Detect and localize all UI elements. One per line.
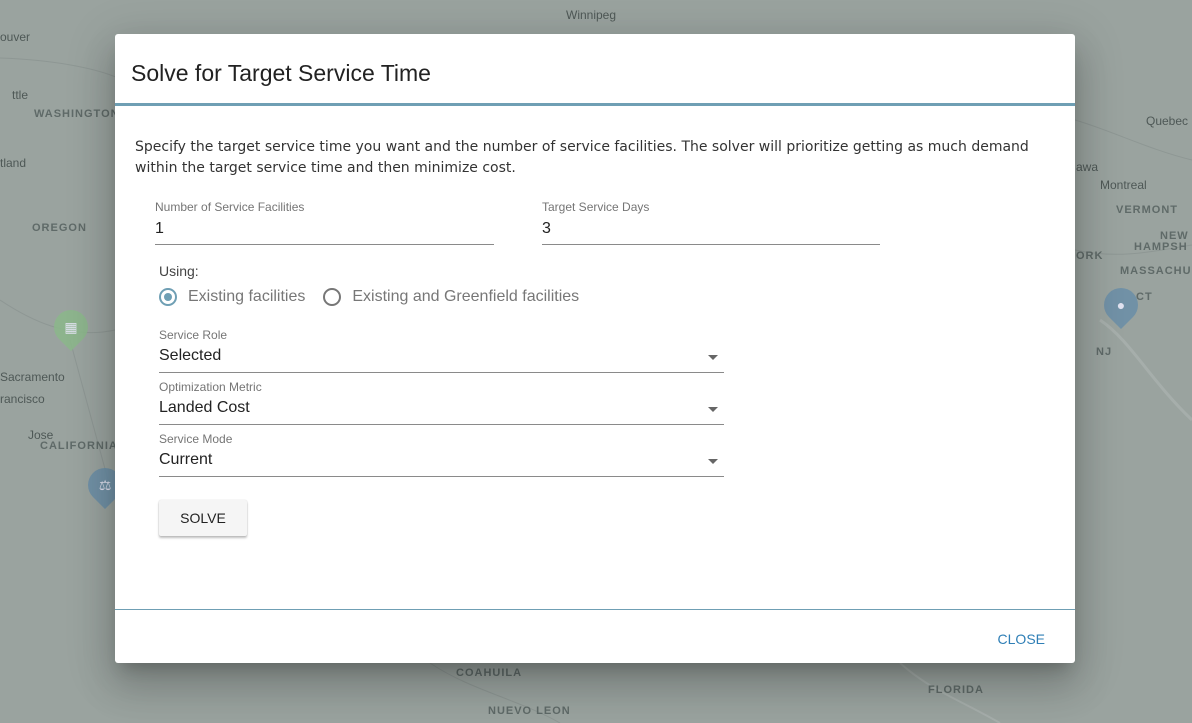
service-role-select[interactable]: Service Role Selected: [159, 328, 724, 373]
map-label: Sacramento: [0, 370, 65, 384]
optimization-metric-label: Optimization Metric: [159, 380, 262, 394]
map-label: VERMONT: [1116, 204, 1178, 216]
service-role-value: Selected: [159, 347, 222, 364]
dialog-description: Specify the target service time you want…: [135, 139, 1029, 176]
map-label: CALIFORNIA: [40, 440, 118, 452]
dialog-header: Solve for Target Service Time: [115, 34, 1075, 106]
map-label: Quebec: [1146, 114, 1189, 128]
map-label: ouver: [0, 30, 31, 44]
target-service-days-input[interactable]: [542, 216, 880, 245]
close-button[interactable]: CLOSE: [990, 627, 1053, 651]
radio-checked-icon[interactable]: [159, 288, 177, 306]
map-label: Winnipeg: [566, 8, 617, 22]
service-mode-select[interactable]: Service Mode Current: [159, 432, 724, 477]
number-of-facilities-field: Number of Service Facilities: [155, 200, 494, 245]
map-label: NUEVO LEON: [488, 705, 571, 717]
map-label: HAMPSH: [1134, 241, 1188, 253]
dropdown-arrow-icon[interactable]: [708, 407, 718, 412]
radio-label: Existing facilities: [188, 288, 306, 305]
radio-unchecked-icon[interactable]: [323, 288, 342, 306]
service-mode-value: Current: [159, 451, 213, 468]
map-label: awa: [1076, 160, 1099, 174]
map-label: CT: [1136, 291, 1153, 303]
optimization-metric-value-box[interactable]: Landed Cost: [159, 394, 724, 425]
dialog-title: Solve for Target Service Time: [131, 60, 431, 86]
map-label: tland: [0, 156, 27, 170]
solve-button[interactable]: SOLVE: [159, 500, 247, 536]
map-label: rancisco: [0, 392, 45, 406]
service-mode-label: Service Mode: [159, 432, 233, 446]
target-service-days-field: Target Service Days: [542, 200, 880, 245]
dropdown-arrow-icon[interactable]: [708, 459, 718, 464]
dropdown-arrow-icon[interactable]: [708, 355, 718, 360]
map-label: NJ: [1096, 346, 1113, 358]
solve-target-service-dialog: Solve for Target Service Time Specify th…: [115, 34, 1075, 663]
service-role-value-box[interactable]: Selected: [159, 342, 724, 373]
radio-label: Existing and Greenfield facilities: [352, 288, 580, 305]
radio-existing-facilities[interactable]: Existing facilities: [159, 288, 305, 306]
map-label: OREGON: [32, 222, 87, 234]
footer-divider: [115, 609, 1075, 610]
map-label: ORK: [1076, 250, 1104, 262]
facility-type-radio-group: Existing facilities Existing and Greenfi…: [159, 288, 597, 306]
optimization-metric-select[interactable]: Optimization Metric Landed Cost: [159, 380, 724, 425]
map-label: MASSACHU: [1120, 265, 1192, 277]
number-of-facilities-input[interactable]: [155, 216, 494, 245]
map-label: ttle: [12, 88, 29, 102]
service-role-label: Service Role: [159, 328, 228, 342]
number-of-facilities-label: Number of Service Facilities: [155, 200, 305, 214]
radio-existing-and-greenfield[interactable]: Existing and Greenfield facilities: [323, 288, 579, 306]
using-label: Using:: [159, 263, 199, 279]
map-label: WASHINGTON: [34, 108, 120, 120]
map-label: Montreal: [1100, 178, 1147, 192]
optimization-metric-value: Landed Cost: [159, 399, 250, 416]
target-service-days-label: Target Service Days: [542, 200, 650, 214]
service-mode-value-box[interactable]: Current: [159, 446, 724, 477]
map-label: COAHUILA: [456, 667, 523, 679]
map-label: FLORIDA: [928, 684, 984, 696]
